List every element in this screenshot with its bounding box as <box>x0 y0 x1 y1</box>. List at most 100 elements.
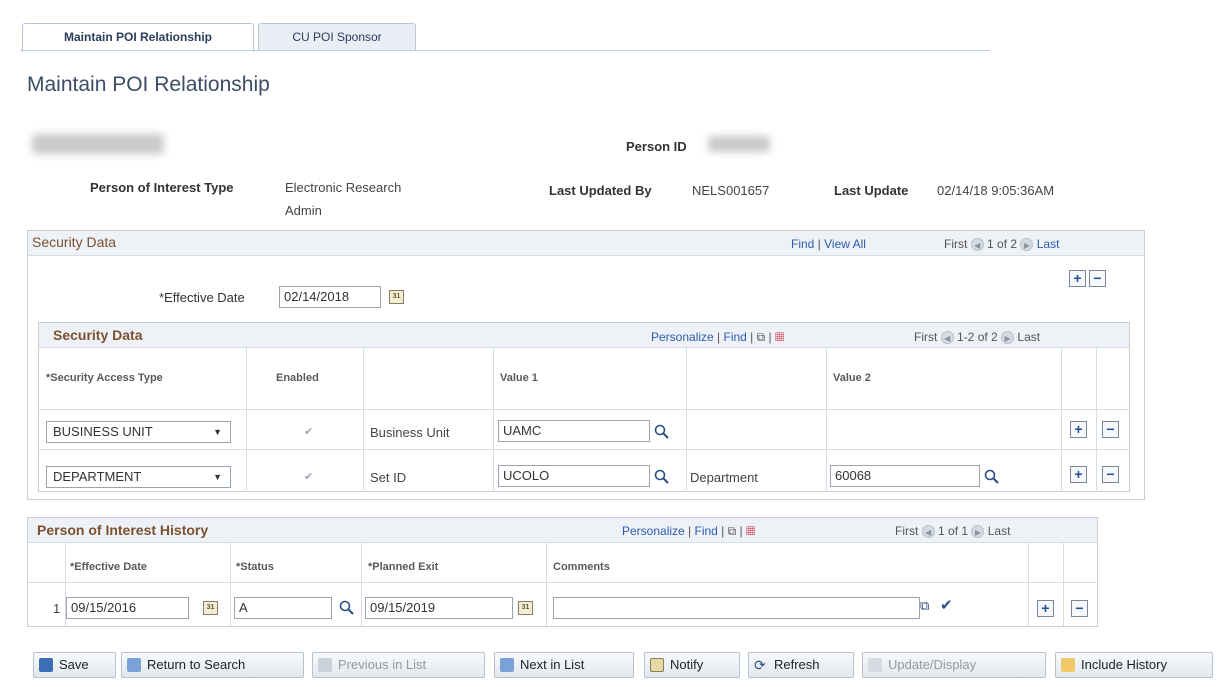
tab-cu-poi-sponsor[interactable]: CU POI Sponsor <box>258 23 416 50</box>
col-enabled: Enabled <box>276 372 319 384</box>
calendar-icon[interactable]: 31 <box>389 290 404 304</box>
previous-in-list-button[interactable]: Previous in List <box>312 652 485 678</box>
include-history-icon <box>1061 658 1075 672</box>
security-grid-nav: Personalize | Find | ⧉ | ▦ <box>651 330 785 344</box>
find-link[interactable]: Find <box>791 237 814 251</box>
delete-row-button[interactable]: − <box>1071 600 1088 617</box>
col-comments: Comments <box>553 561 610 573</box>
last-label: Last <box>1017 330 1041 344</box>
personalize-link[interactable]: Personalize <box>622 524 685 538</box>
notify-icon <box>650 658 664 672</box>
col-value1: Value 1 <box>500 372 538 384</box>
comment-expand-icon[interactable]: ⧉ <box>920 598 929 614</box>
status-input[interactable]: A <box>234 597 332 619</box>
prev-arrow-icon[interactable]: ◀ <box>921 525 935 539</box>
poi-history-title: Person of Interest History <box>37 522 209 538</box>
find-link[interactable]: Find <box>695 524 718 538</box>
add-row-button[interactable]: + <box>1037 600 1054 617</box>
last-update-label: Last Update <box>834 183 909 198</box>
save-icon <box>39 658 53 672</box>
prev-arrow-icon[interactable]: ◀ <box>940 331 954 345</box>
col-security-access-type: *Security Access Type <box>46 372 163 384</box>
prev-arrow-icon[interactable]: ◀ <box>970 238 984 252</box>
value2-label: Department <box>690 470 758 485</box>
save-button[interactable]: Save <box>33 652 116 678</box>
value2-input[interactable]: 60068 <box>830 465 980 487</box>
tab-divider <box>20 50 990 51</box>
next-arrow-icon[interactable]: ▶ <box>1020 238 1034 252</box>
tab-maintain-poi-relationship[interactable]: Maintain POI Relationship <box>22 23 254 52</box>
grid-line <box>39 449 1129 450</box>
next-in-list-button[interactable]: Next in List <box>494 652 634 678</box>
view-all-grid-icon[interactable]: ⧉ <box>728 524 737 538</box>
add-row-button[interactable]: + <box>1069 270 1086 287</box>
grid-line <box>1063 542 1064 626</box>
search-icon[interactable] <box>984 469 1000 485</box>
security-data-nav: Find | View All <box>791 237 866 251</box>
col-effective-date: *Effective Date <box>70 561 148 573</box>
history-effective-date-input[interactable]: 09/15/2016 <box>66 597 189 619</box>
col-value2: Value 2 <box>833 372 871 384</box>
pager-count: 1 of 1 <box>938 524 969 538</box>
security-access-type-select[interactable]: BUSINESS UNIT ▼ <box>46 421 231 443</box>
find-link[interactable]: Find <box>724 330 747 344</box>
grid-line <box>39 409 1129 410</box>
enabled-checkbox: ✔ <box>304 426 314 438</box>
personalize-link[interactable]: Personalize <box>651 330 714 344</box>
chevron-down-icon: ▼ <box>213 427 222 437</box>
value1-input[interactable]: UCOLO <box>498 465 650 487</box>
pager-count: 1-2 of 2 <box>957 330 998 344</box>
add-row-button[interactable]: + <box>1070 466 1087 483</box>
next-arrow-icon[interactable]: ▶ <box>1001 331 1015 345</box>
calendar-icon[interactable]: 31 <box>518 601 533 615</box>
return-icon <box>127 658 141 672</box>
refresh-button[interactable]: ⟳ Refresh <box>748 652 854 678</box>
search-icon[interactable] <box>654 424 670 440</box>
notify-button[interactable]: Notify <box>644 652 740 678</box>
grid-line <box>363 348 364 490</box>
refresh-icon: ⟳ <box>754 657 766 673</box>
person-id-redacted <box>708 136 770 152</box>
last-update-value: 02/14/18 9:05:36AM <box>937 183 1055 198</box>
first-label: First <box>914 330 938 344</box>
value1-input[interactable]: UAMC <box>498 420 650 442</box>
grid-line <box>1061 348 1062 490</box>
spell-check-icon[interactable]: ✔ <box>940 596 953 614</box>
security-access-type-select[interactable]: DEPARTMENT ▼ <box>46 466 231 488</box>
security-data-pager: First ◀ 1 of 2 ▶ Last <box>944 237 1060 252</box>
delete-row-button[interactable]: − <box>1089 270 1106 287</box>
poi-type-label: Person of Interest Type <box>90 180 234 195</box>
view-all-grid-icon[interactable]: ⧉ <box>757 330 766 344</box>
view-all-link[interactable]: View All <box>824 237 866 251</box>
update-display-button[interactable]: Update/Display <box>862 652 1046 678</box>
first-label: First <box>895 524 919 538</box>
grid-line <box>546 542 547 626</box>
effective-date-label: *Effective Date <box>159 290 245 305</box>
value1-label: Set ID <box>370 470 407 485</box>
value1-label: Business Unit <box>370 425 450 440</box>
return-to-search-button[interactable]: Return to Search <box>121 652 304 678</box>
security-grid-title: Security Data <box>53 327 143 343</box>
download-icon[interactable]: ▦ <box>746 524 755 538</box>
delete-row-button[interactable]: − <box>1102 421 1119 438</box>
poi-type-value-2: Admin <box>285 203 322 218</box>
planned-exit-input[interactable]: 09/15/2019 <box>365 597 513 619</box>
person-name-redacted <box>32 134 164 154</box>
search-icon[interactable] <box>339 600 355 616</box>
search-icon[interactable] <box>654 469 670 485</box>
comments-input[interactable] <box>553 597 920 619</box>
next-icon <box>500 658 514 672</box>
poi-history-nav: Personalize | Find | ⧉ | ▦ <box>622 524 756 538</box>
poi-history-pager: First ◀ 1 of 1 ▶ Last <box>895 524 1010 539</box>
add-row-button[interactable]: + <box>1070 421 1087 438</box>
calendar-icon[interactable]: 31 <box>203 601 218 615</box>
delete-row-button[interactable]: − <box>1102 466 1119 483</box>
next-arrow-icon[interactable]: ▶ <box>971 525 985 539</box>
effective-date-input[interactable]: 02/14/2018 <box>279 286 381 308</box>
grid-line <box>1028 542 1029 626</box>
last-updated-by-label: Last Updated By <box>549 183 652 198</box>
download-icon[interactable]: ▦ <box>775 330 784 344</box>
include-history-button[interactable]: Include History <box>1055 652 1213 678</box>
update-display-icon <box>868 658 882 672</box>
last-link[interactable]: Last <box>1037 237 1060 251</box>
